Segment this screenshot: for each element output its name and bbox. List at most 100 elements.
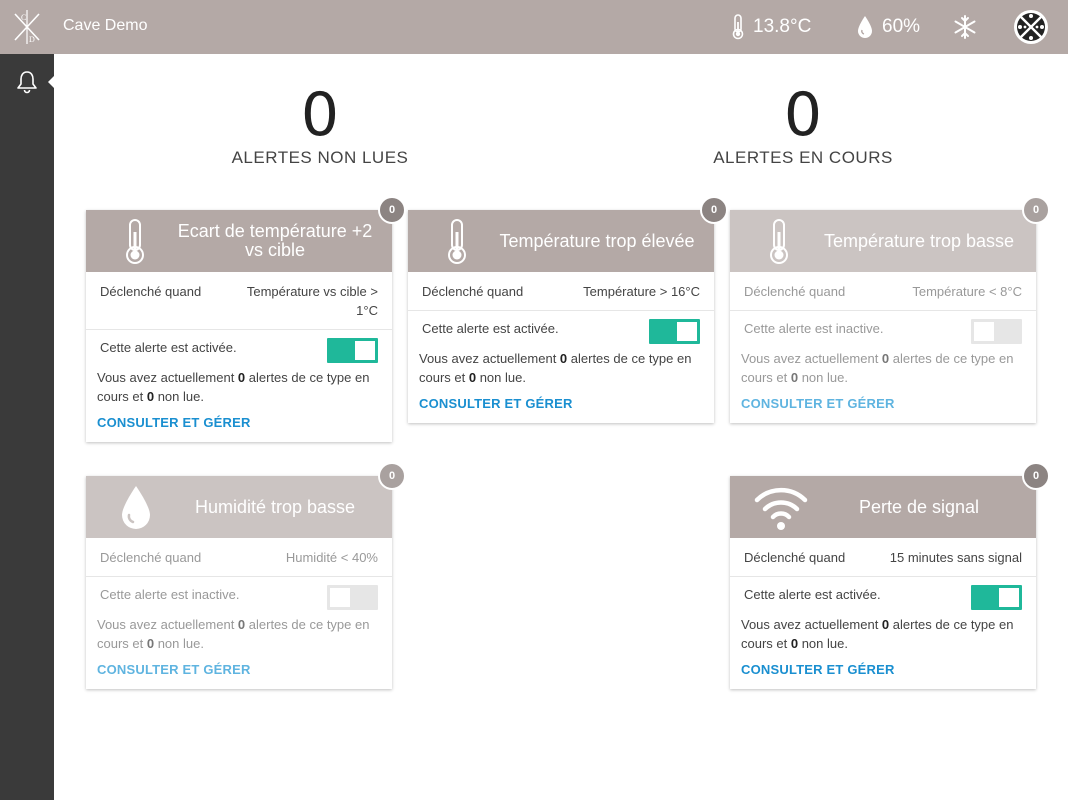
status-text: Cette alerte est inactive. (744, 321, 884, 336)
bell-icon (17, 71, 37, 94)
trigger-condition: Humidité < 40% (285, 550, 378, 565)
trigger-condition: Température < 8°C (912, 284, 1022, 299)
card-header: Perte de signal 0 (730, 462, 1050, 538)
toggle-knob (677, 322, 697, 341)
consult-manage-link[interactable]: CONSULTER ET GÉRER (730, 387, 1036, 423)
alert-toggle[interactable] (327, 338, 378, 363)
alert-card-temperature-low: Température trop basse 0 Déclenché quand… (730, 196, 1050, 423)
alert-toggle[interactable] (327, 585, 378, 610)
unread-count-badge: 0 (1022, 196, 1050, 224)
alert-summary: Vous avez actuellement 0 alertes de ce t… (86, 615, 392, 653)
sidebar (0, 54, 55, 800)
trigger-label: Déclenché quand (100, 284, 202, 299)
humidity-status: 60% (856, 0, 920, 54)
summary-text: non lue. (154, 389, 204, 404)
card-header: Ecart de température +2 vs cible 0 (86, 196, 406, 272)
trigger-condition: Température vs cible > 1°C (246, 284, 378, 318)
alert-summary: Vous avez actuellement 0 alertes de ce t… (86, 368, 392, 406)
toggle-knob (974, 322, 994, 341)
trigger-row: Déclenché quand Humidité < 40% (86, 538, 392, 577)
alert-toggle[interactable] (649, 319, 700, 344)
svg-text:D: D (29, 35, 35, 44)
toggle-knob (330, 588, 350, 607)
summary-text: Vous avez actuellement (419, 351, 560, 366)
temperature-value: 13.8°C (753, 16, 812, 37)
alert-card-temperature-high: Température trop élevée 0 Déclenché quan… (408, 196, 728, 423)
unread-count: 0 (790, 370, 799, 385)
snowflake-icon (954, 15, 976, 39)
unread-alerts-counter: 0 ALERTES NON LUES (170, 84, 470, 168)
alert-summary: Vous avez actuellement 0 alertes de ce t… (730, 349, 1036, 387)
wifi-icon (754, 487, 808, 530)
consult-manage-link[interactable]: CONSULTER ET GÉRER (86, 406, 392, 442)
thermometer-icon (448, 219, 466, 264)
thermometer-icon (770, 219, 788, 264)
sidebar-item-alerts[interactable] (0, 66, 54, 98)
alert-card-signal-loss: Perte de signal 0 Déclenché quand 15 min… (730, 462, 1050, 689)
logo[interactable]: C D (0, 0, 54, 54)
status-row: Cette alerte est activée. (730, 577, 1036, 615)
status-row: Cette alerte est activée. (86, 330, 392, 368)
alert-card-temperature-deviation: Ecart de température +2 vs cible 0 Décle… (86, 196, 406, 442)
thermometer-icon (126, 219, 144, 264)
current-alerts-counter: 0 ALERTES EN COURS (653, 84, 953, 168)
trigger-label: Déclenché quand (744, 550, 846, 565)
consult-manage-link[interactable]: CONSULTER ET GÉRER (730, 653, 1036, 689)
humidity-value: 60% (882, 16, 921, 37)
card-header: Température trop basse 0 (730, 196, 1050, 272)
active-indicator (48, 75, 55, 89)
consult-manage-link[interactable]: CONSULTER ET GÉRER (408, 387, 714, 423)
alert-card-humidity-low: Humidité trop basse 0 Déclenché quand Hu… (86, 462, 406, 689)
unread-count-badge: 0 (1022, 462, 1050, 490)
card-title: Température trop élevée (499, 230, 695, 251)
card-title: Température trop basse (823, 230, 1015, 251)
thermometer-icon (732, 14, 744, 40)
status-text: Cette alerte est activée. (744, 587, 881, 602)
summary-text: non lue. (154, 636, 204, 651)
summary-text: non lue. (798, 370, 848, 385)
unread-count-badge: 0 (378, 462, 406, 490)
avatar[interactable] (1013, 0, 1057, 54)
water-drop-icon (858, 16, 872, 38)
unread-count: 0 (146, 389, 155, 404)
alert-summary: Vous avez actuellement 0 alertes de ce t… (408, 349, 714, 387)
temperature-status: 13.8°C (731, 0, 811, 54)
trigger-row: Déclenché quand Température < 8°C (730, 272, 1036, 311)
unread-alerts-label: ALERTES NON LUES (231, 148, 409, 167)
consult-manage-link[interactable]: CONSULTER ET GÉRER (86, 653, 392, 689)
unread-count-badge: 0 (700, 196, 728, 224)
unread-alerts-value: 0 (300, 80, 340, 150)
cooling-status[interactable] (952, 0, 986, 54)
svg-text:C: C (21, 13, 26, 22)
alert-toggle[interactable] (971, 319, 1022, 344)
water-drop-icon (122, 486, 150, 529)
status-text: Cette alerte est activée. (100, 340, 237, 355)
summary-text: non lue. (798, 636, 848, 651)
trigger-label: Déclenché quand (744, 284, 846, 299)
status-row: Cette alerte est inactive. (86, 577, 392, 615)
summary-text: Vous avez actuellement (741, 351, 882, 366)
toggle-knob (355, 341, 375, 360)
trigger-row: Déclenché quand 15 minutes sans signal (730, 538, 1036, 577)
trigger-label: Déclenché quand (100, 550, 202, 565)
unread-count: 0 (146, 636, 155, 651)
trigger-row: Déclenché quand Température > 16°C (408, 272, 714, 311)
card-title: Humidité trop basse (194, 496, 356, 517)
summary-text: Vous avez actuellement (97, 370, 238, 385)
status-text: Cette alerte est inactive. (100, 587, 240, 602)
alert-summary: Vous avez actuellement 0 alertes de ce t… (730, 615, 1036, 653)
trigger-condition: Température > 16°C (583, 284, 700, 299)
logo-icon: C D (14, 10, 40, 44)
current-alerts-label: ALERTES EN COURS (713, 148, 893, 167)
trigger-label: Déclenché quand (422, 284, 524, 299)
trigger-condition: 15 minutes sans signal (889, 550, 1022, 565)
avatar-icon (1014, 10, 1048, 44)
unread-count: 0 (468, 370, 477, 385)
card-title: Perte de signal (858, 496, 980, 517)
status-row: Cette alerte est activée. (408, 311, 714, 349)
alert-toggle[interactable] (971, 585, 1022, 610)
card-header: Humidité trop basse 0 (86, 462, 406, 538)
unread-count: 0 (790, 636, 799, 651)
summary-text: Vous avez actuellement (97, 617, 238, 632)
app-title: Cave Demo (63, 17, 148, 34)
